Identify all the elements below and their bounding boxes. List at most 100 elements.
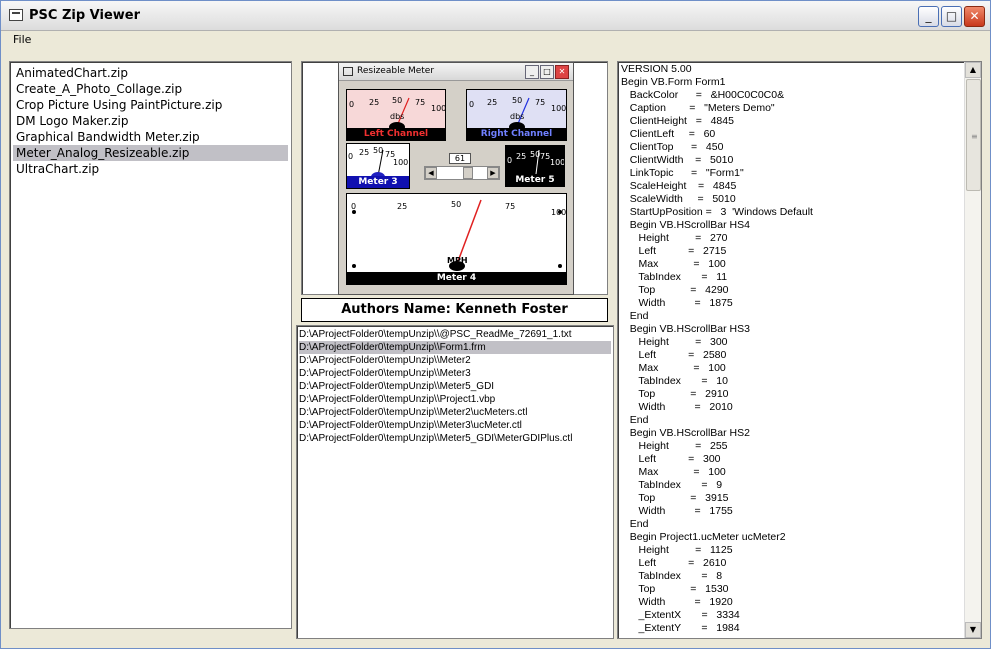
meter-window-titlebar: Resizeable Meter _ □ ✕ <box>339 63 573 81</box>
file-list-item[interactable]: D:\AProjectFolder0\tempUnzip\\Project1.v… <box>299 393 611 406</box>
tick-label: 0 <box>351 202 357 211</box>
menu-file[interactable]: File <box>13 33 31 46</box>
tick-label: 75 <box>505 202 516 211</box>
code-line: Begin VB.HScrollBar HS2 <box>621 427 750 439</box>
file-list-item[interactable]: D:\AProjectFolder0\tempUnzip\\Meter5_GDI <box>299 380 611 393</box>
file-list-item[interactable]: D:\AProjectFolder0\tempUnzip\\Form1.frm <box>299 341 611 354</box>
code-line: BackColor = &H00C0C0C0& <box>621 89 785 101</box>
tick-label: 75 <box>540 152 551 161</box>
window-title: PSC Zip Viewer <box>29 8 141 23</box>
zip-list-item[interactable]: Graphical Bandwidth Meter.zip <box>13 129 288 145</box>
file-list-item[interactable]: D:\AProjectFolder0\tempUnzip\\@PSC_ReadM… <box>299 328 611 341</box>
code-line: Height = 300 <box>621 336 728 348</box>
author-name: Authors Name: Kenneth Foster <box>301 298 608 322</box>
code-line: Begin Project1.ucMeter ucMeter2 <box>621 531 786 543</box>
code-line: LinkTopic = "Form1" <box>621 167 744 179</box>
meter-hscrollbar: ◀ ▶ <box>424 166 500 180</box>
code-line: Height = 270 <box>621 232 728 244</box>
file-list-item[interactable]: D:\AProjectFolder0\tempUnzip\\Meter5_GDI… <box>299 432 611 445</box>
scroll-up-icon[interactable]: ▲ <box>965 62 981 78</box>
tick-label: 100 <box>551 104 567 113</box>
file-list-item[interactable]: D:\AProjectFolder0\tempUnzip\\Meter3 <box>299 367 611 380</box>
preview-image: Resizeable Meter _ □ ✕ 0 25 50 75 100 db… <box>301 61 608 295</box>
zip-file-list[interactable]: AnimatedChart.zip Create_A_Photo_Collage.… <box>9 61 292 629</box>
minimize-button[interactable]: _ <box>918 6 939 27</box>
code-line: Max = 100 <box>621 466 726 478</box>
meter-demo-window: Resizeable Meter _ □ ✕ 0 25 50 75 100 db… <box>338 62 574 295</box>
tick-label: 50 <box>392 96 403 105</box>
close-button[interactable]: ✕ <box>964 6 985 27</box>
meter-label: Meter 5 <box>506 174 564 186</box>
scroll-down-icon[interactable]: ▼ <box>965 622 981 638</box>
maximize-button[interactable]: □ <box>941 6 962 27</box>
code-line: _ExtentY = 1984 <box>621 622 740 634</box>
code-line: ScaleWidth = 5010 <box>621 193 736 205</box>
code-line: End <box>621 414 649 426</box>
meter-minimize-icon: _ <box>525 65 539 79</box>
scroll-thumb[interactable]: ≡ <box>966 79 981 191</box>
meter-close-icon: ✕ <box>555 65 569 79</box>
tick-label: 0 <box>348 152 354 161</box>
code-line: End <box>621 518 649 530</box>
tick-label: 50 <box>373 146 384 155</box>
code-line: StartUpPosition = 3 'Windows Default <box>621 206 813 218</box>
meter-4: 0 25 50 75 100 MPH Meter 4 <box>346 193 567 285</box>
meter-unit: MPH <box>447 256 468 265</box>
file-list-item[interactable]: D:\AProjectFolder0\tempUnzip\\Meter2\ucM… <box>299 406 611 419</box>
code-line: Top = 4290 <box>621 284 729 296</box>
code-line: Top = 2910 <box>621 388 729 400</box>
zip-list-item[interactable]: AnimatedChart.zip <box>13 65 288 81</box>
source-code-viewer[interactable]: VERSION 5.00 Begin VB.Form Form1 BackColo… <box>617 61 982 639</box>
tick-label: 100 <box>393 158 409 167</box>
tick-label: 0 <box>349 100 355 109</box>
app-icon <box>9 9 23 21</box>
meter-window-icon <box>343 67 353 76</box>
code-line: Left = 300 <box>621 453 721 465</box>
code-line: TabIndex = 10 <box>621 375 728 387</box>
zip-list-item[interactable]: Meter_Analog_Resizeable.zip <box>13 145 288 161</box>
tick-label: 25 <box>516 152 527 161</box>
tick-label: 75 <box>415 98 426 107</box>
slider-value-box: 61 <box>449 153 471 164</box>
tick-label: 50 <box>512 96 523 105</box>
code-line: _ExtentX = 3334 <box>621 609 740 621</box>
tick-label: 50 <box>530 150 541 159</box>
meter-5: 0 25 50 75 100 Meter 5 <box>505 145 565 187</box>
title-bar[interactable]: PSC Zip Viewer _ □ ✕ <box>1 1 990 31</box>
code-line: ClientHeight = 4845 <box>621 115 734 127</box>
code-line: Left = 2610 <box>621 557 727 569</box>
meter-window-title: Resizeable Meter <box>357 66 435 76</box>
file-list-item[interactable]: D:\AProjectFolder0\tempUnzip\\Meter2 <box>299 354 611 367</box>
code-line: Begin VB.HScrollBar HS4 <box>621 219 750 231</box>
code-line: TabIndex = 9 <box>621 479 723 491</box>
source-code-text[interactable]: VERSION 5.00 Begin VB.Form Form1 BackColo… <box>621 63 978 635</box>
zip-list-item[interactable]: DM Logo Maker.zip <box>13 113 288 129</box>
menu-bar: File <box>1 31 990 49</box>
code-line: ClientWidth = 5010 <box>621 154 734 166</box>
zip-list-item[interactable]: Create_A_Photo_Collage.zip <box>13 81 288 97</box>
code-line: ClientTop = 450 <box>621 141 724 153</box>
code-line: Width = 1920 <box>621 596 733 608</box>
code-line: TabIndex = 11 <box>621 271 728 283</box>
code-line: Height = 1125 <box>621 544 733 556</box>
tick-label: 0 <box>507 156 513 165</box>
tick-label: 25 <box>359 148 370 157</box>
file-list-item[interactable]: D:\AProjectFolder0\tempUnzip\\Meter3\ucM… <box>299 419 611 432</box>
archive-file-list[interactable]: D:\AProjectFolder0\tempUnzip\\@PSC_ReadM… <box>296 325 614 639</box>
code-line: VERSION 5.00 <box>621 63 692 75</box>
zip-list-item[interactable]: UltraChart.zip <box>13 161 288 177</box>
meter-left-channel: 0 25 50 75 100 dbs Left Channel <box>346 89 446 141</box>
code-line: Max = 100 <box>621 258 726 270</box>
code-line: Begin VB.Form Form1 <box>621 76 726 88</box>
code-line: Max = 100 <box>621 362 726 374</box>
code-line: Width = 1755 <box>621 505 733 517</box>
code-line: Height = 255 <box>621 440 728 452</box>
code-line: TabIndex = 8 <box>621 570 723 582</box>
tick-label: 50 <box>451 200 462 209</box>
code-line: ScaleHeight = 4845 <box>621 180 737 192</box>
tick-label: 25 <box>397 202 408 211</box>
meter-label: Meter 3 <box>347 176 409 188</box>
code-line: Caption = "Meters Demo" <box>621 102 775 114</box>
code-vertical-scrollbar[interactable]: ▲ ≡ ▼ <box>964 62 981 638</box>
zip-list-item[interactable]: Crop Picture Using PaintPicture.zip <box>13 97 288 113</box>
